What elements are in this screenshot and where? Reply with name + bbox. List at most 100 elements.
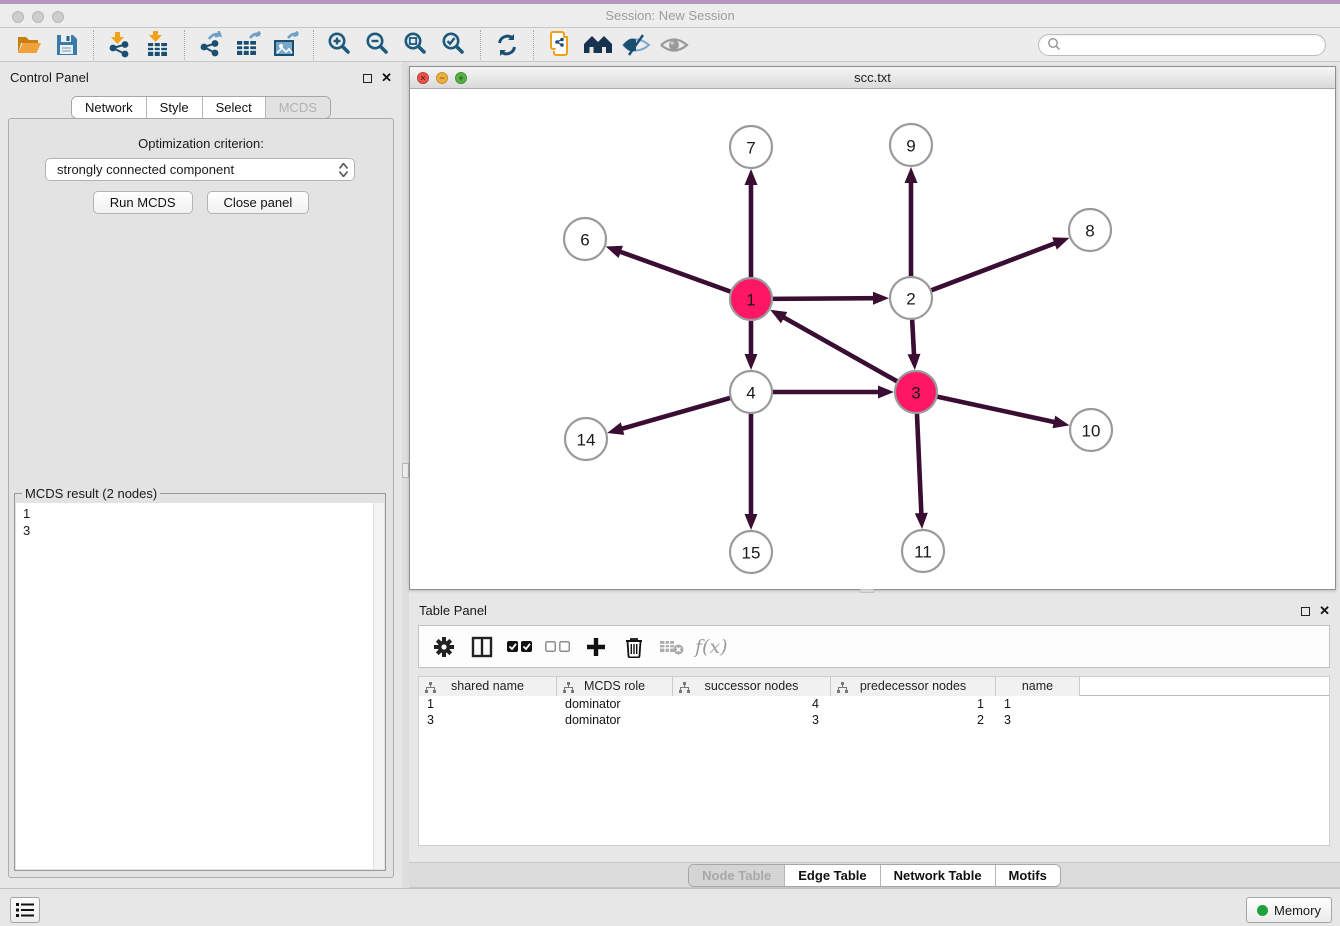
table-tabs-strip: Node TableEdge TableNetwork TableMotifs	[409, 862, 1340, 888]
memory-label: Memory	[1274, 903, 1321, 918]
column-header-shared-name[interactable]: shared name	[419, 677, 557, 696]
close-panel-button[interactable]: Close panel	[207, 191, 310, 214]
select-all-rows-icon[interactable]	[503, 630, 537, 664]
delete-table-icon[interactable]	[655, 630, 689, 664]
column-header-successor-nodes[interactable]: successor nodes	[673, 677, 831, 696]
zoom-in-icon[interactable]	[321, 29, 359, 61]
graph-edge-1-6[interactable]	[619, 251, 731, 292]
toolbar-separator	[184, 30, 185, 60]
hide-glasses-icon[interactable]	[617, 29, 655, 61]
graph-edge-3-11[interactable]	[917, 413, 921, 515]
table-cell[interactable]: 1	[419, 696, 557, 712]
preview-eye-icon[interactable]	[655, 29, 693, 61]
mcds-result-groupbox: MCDS result (2 nodes) 13	[14, 493, 386, 871]
network-graph[interactable]: 7968124314101511	[410, 89, 1335, 589]
graph-edge-3-1[interactable]	[782, 317, 897, 382]
toolbar-separator	[93, 30, 94, 60]
graph-edge-arrowhead	[745, 169, 758, 185]
task-history-button[interactable]	[10, 897, 40, 923]
search-input[interactable]	[1062, 37, 1317, 52]
table-cell[interactable]: 4	[673, 696, 831, 712]
table-cell[interactable]: 3	[996, 712, 1080, 728]
table-header-row: shared nameMCDS rolesuccessor nodesprede…	[419, 677, 1329, 696]
copy-network-to-ndex-icon[interactable]	[541, 29, 579, 61]
mcds-result-textarea[interactable]: 13	[16, 503, 384, 869]
table-cell[interactable]: 1	[996, 696, 1080, 712]
float-panel-icon[interactable]	[363, 74, 372, 83]
graph-node-label: 8	[1085, 222, 1094, 241]
mcds-result-title: MCDS result (2 nodes)	[22, 486, 160, 501]
graph-node-label: 4	[746, 384, 755, 403]
function-builder-icon[interactable]: f(x)	[693, 630, 727, 664]
graph-edge-1-2[interactable]	[772, 298, 875, 299]
tab-motifs[interactable]: Motifs	[995, 865, 1060, 886]
zoom-fit-icon[interactable]	[397, 29, 435, 61]
zoom-out-icon[interactable]	[359, 29, 397, 61]
home-icon[interactable]	[579, 29, 617, 61]
criterion-select[interactable]: strongly connected component	[45, 158, 355, 181]
import-table-icon[interactable]	[139, 29, 177, 61]
table-cell[interactable]: 1	[831, 696, 996, 712]
result-scrollbar[interactable]	[373, 503, 384, 869]
tab-style[interactable]: Style	[146, 97, 202, 118]
column-tree-icon	[837, 681, 848, 696]
graph-edge-arrowhead	[745, 514, 758, 530]
mcds-result-line: 3	[23, 522, 377, 539]
column-header-MCDS-role[interactable]: MCDS role	[557, 677, 673, 696]
table-toolbar: f(x)	[418, 625, 1330, 668]
table-row[interactable]: 3dominator323	[419, 712, 1329, 728]
table-panel-title: Table Panel	[419, 603, 487, 618]
show-columns-icon[interactable]	[465, 630, 499, 664]
table-cell[interactable]: 3	[673, 712, 831, 728]
tab-network[interactable]: Network	[72, 97, 146, 118]
open-session-icon[interactable]	[10, 29, 48, 61]
table-cell[interactable]: 3	[419, 712, 557, 728]
graph-edge-4-14[interactable]	[621, 398, 731, 429]
tab-network-table[interactable]: Network Table	[880, 865, 995, 886]
run-mcds-button[interactable]: Run MCDS	[93, 191, 193, 214]
graph-edge-2-3[interactable]	[912, 319, 914, 356]
node-table: shared nameMCDS rolesuccessor nodesprede…	[418, 676, 1330, 846]
table-options-icon[interactable]	[427, 630, 461, 664]
close-panel-icon[interactable]: ✕	[381, 72, 392, 84]
criterion-value: strongly connected component	[57, 162, 234, 177]
graph-edge-2-8[interactable]	[931, 243, 1057, 291]
splitter-grip[interactable]	[402, 463, 409, 478]
zoom-selected-icon[interactable]	[435, 29, 473, 61]
column-tree-icon	[425, 681, 436, 696]
table-cell[interactable]: 2	[831, 712, 996, 728]
export-image-icon[interactable]	[268, 29, 306, 61]
export-table-icon[interactable]	[230, 29, 268, 61]
unselect-all-rows-icon[interactable]	[541, 630, 575, 664]
column-header-name[interactable]: name	[996, 677, 1080, 696]
network-resize-grip[interactable]	[860, 589, 874, 593]
memory-button[interactable]: Memory	[1246, 897, 1332, 923]
network-canvas[interactable]: 7968124314101511	[410, 89, 1335, 589]
table-cell[interactable]: dominator	[557, 712, 673, 728]
tab-mcds[interactable]: MCDS	[265, 97, 330, 118]
float-table-panel-icon[interactable]	[1301, 607, 1310, 616]
tab-node-table[interactable]: Node Table	[689, 865, 784, 886]
refresh-layout-icon[interactable]	[488, 29, 526, 61]
search-field[interactable]	[1038, 34, 1326, 56]
import-network-icon[interactable]	[101, 29, 139, 61]
table-row[interactable]: 1dominator411	[419, 696, 1329, 712]
tab-edge-table[interactable]: Edge Table	[784, 865, 879, 886]
panel-splitter[interactable]	[402, 62, 409, 888]
graph-edge-3-10[interactable]	[937, 396, 1056, 422]
save-session-icon[interactable]	[48, 29, 86, 61]
export-network-icon[interactable]	[192, 29, 230, 61]
control-panel-title: Control Panel	[10, 70, 89, 85]
network-window-titlebar[interactable]: × − + scc.txt	[410, 67, 1335, 89]
graph-edge-arrowhead	[1052, 416, 1069, 429]
graph-edge-arrowhead	[915, 513, 928, 529]
close-table-panel-icon[interactable]: ✕	[1319, 605, 1330, 617]
window-title: Session: New Session	[0, 4, 1340, 28]
graph-edge-arrowhead	[878, 386, 894, 399]
graph-edge-arrowhead	[745, 354, 758, 370]
column-header-predecessor-nodes[interactable]: predecessor nodes	[831, 677, 996, 696]
delete-columns-icon[interactable]	[617, 630, 651, 664]
add-column-icon[interactable]	[579, 630, 613, 664]
tab-select[interactable]: Select	[202, 97, 265, 118]
table-cell[interactable]: dominator	[557, 696, 673, 712]
